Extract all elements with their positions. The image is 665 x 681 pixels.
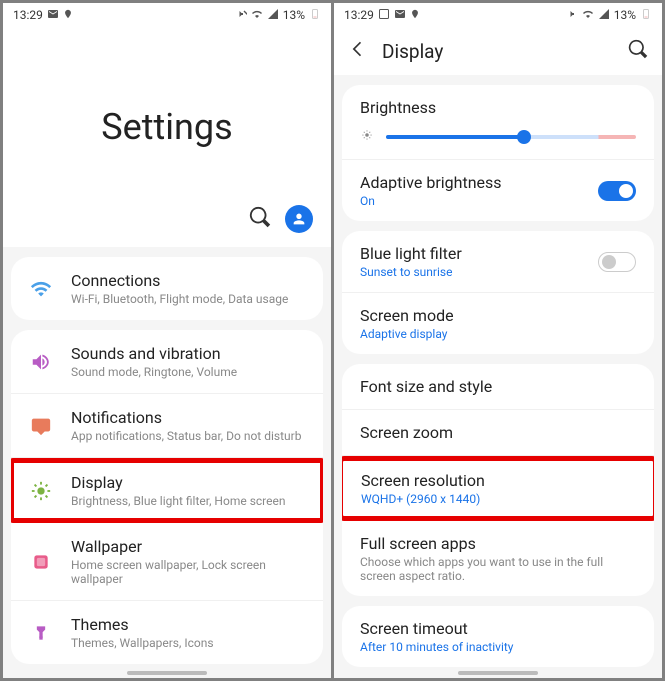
toggle-adaptive[interactable] — [598, 181, 636, 201]
battery-percent: 13% — [614, 8, 636, 22]
item-connections[interactable]: Connections Wi-Fi, Bluetooth, Flight mod… — [11, 257, 323, 320]
row-title: Screen resolution — [361, 471, 635, 490]
row-sub: WQHD+ (2960 x 1440) — [361, 492, 635, 506]
row-sub: Choose which apps you want to use in the… — [360, 555, 636, 583]
item-sounds[interactable]: Sounds and vibration Sound mode, Rington… — [11, 330, 323, 394]
brightness-slider[interactable] — [386, 135, 636, 139]
phone-screen-display: 13:29 13% — [334, 3, 662, 678]
image-icon — [378, 8, 390, 23]
row-title: Full screen apps — [360, 534, 636, 553]
wifi-icon — [582, 8, 594, 23]
row-sub: On — [360, 194, 502, 208]
item-title: Sounds and vibration — [71, 344, 307, 363]
item-title: Notifications — [71, 408, 307, 427]
display-icon — [27, 480, 55, 502]
row-fullscreen-apps[interactable]: Full screen apps Choose which apps you w… — [342, 521, 654, 596]
slider-thumb[interactable] — [517, 130, 531, 144]
item-title: Themes — [71, 615, 307, 634]
status-bar: 13:29 13% — [334, 3, 662, 27]
page-title: Settings — [101, 106, 232, 148]
item-themes[interactable]: Themes Themes, Wallpapers, Icons — [11, 601, 323, 664]
row-sub: Sunset to sunrise — [360, 265, 462, 279]
battery-percent: 13% — [283, 8, 305, 22]
row-screen-timeout[interactable]: Screen timeout After 10 minutes of inact… — [342, 606, 654, 667]
home-indicator[interactable] — [127, 671, 207, 675]
row-font-size[interactable]: Font size and style — [342, 364, 654, 410]
search-icon[interactable] — [628, 39, 648, 63]
wifi-icon — [27, 278, 55, 300]
themes-icon — [27, 623, 55, 643]
item-display[interactable]: Display Brightness, Blue light filter, H… — [11, 458, 323, 523]
row-title: Font size and style — [360, 377, 636, 396]
row-screen-mode[interactable]: Screen mode Adaptive display — [342, 293, 654, 354]
row-title: Adaptive brightness — [360, 173, 502, 192]
row-title: Blue light filter — [360, 244, 462, 263]
row-brightness[interactable]: Brightness — [342, 85, 654, 160]
search-icon[interactable] — [249, 206, 271, 232]
toggle-blue-light[interactable] — [598, 252, 636, 272]
status-bar: 13:29 13% — [3, 3, 331, 27]
gmail-icon — [47, 8, 59, 23]
header-title: Display — [382, 40, 614, 63]
item-notifications[interactable]: Notifications App notifications, Status … — [11, 394, 323, 458]
mute-icon — [235, 8, 247, 23]
item-title: Connections — [71, 271, 307, 290]
profile-avatar[interactable] — [285, 205, 313, 233]
location-icon — [410, 8, 420, 22]
row-title: Screen zoom — [360, 423, 636, 442]
item-sub: App notifications, Status bar, Do not di… — [71, 429, 307, 443]
item-sub: Wi-Fi, Bluetooth, Flight mode, Data usag… — [71, 292, 307, 306]
status-time: 13:29 — [344, 8, 374, 22]
brightness-low-icon — [360, 127, 374, 146]
row-screen-resolution[interactable]: Screen resolution WQHD+ (2960 x 1440) — [342, 456, 654, 521]
item-sub: Sound mode, Ringtone, Volume — [71, 365, 307, 379]
item-title: Display — [71, 473, 307, 492]
row-adaptive-brightness[interactable]: Adaptive brightness On — [342, 160, 654, 221]
sound-icon — [27, 351, 55, 373]
signal-icon — [598, 8, 610, 23]
mute-icon — [566, 8, 578, 23]
row-sub: After 10 minutes of inactivity — [360, 640, 636, 654]
location-icon — [63, 8, 73, 22]
item-sub: Home screen wallpaper, Lock screen wallp… — [71, 558, 307, 586]
item-title: Wallpaper — [71, 537, 307, 556]
wifi-icon — [251, 8, 263, 23]
signal-icon — [267, 8, 279, 23]
battery-icon — [309, 8, 321, 23]
row-blue-light[interactable]: Blue light filter Sunset to sunrise — [342, 231, 654, 293]
item-sub: Themes, Wallpapers, Icons — [71, 636, 307, 650]
status-time: 13:29 — [13, 8, 43, 22]
row-title: Brightness — [360, 98, 636, 117]
back-icon[interactable] — [348, 39, 368, 63]
phone-screen-settings: 13:29 13% Settings — [3, 3, 331, 678]
item-sub: Brightness, Blue light filter, Home scre… — [71, 494, 307, 508]
row-screen-zoom[interactable]: Screen zoom — [342, 410, 654, 456]
row-sub: Adaptive display — [360, 327, 636, 341]
gmail-icon — [394, 8, 406, 23]
battery-icon — [640, 8, 652, 23]
row-title: Screen timeout — [360, 619, 636, 638]
item-wallpaper[interactable]: Wallpaper Home screen wallpaper, Lock sc… — [11, 523, 323, 601]
row-title: Screen mode — [360, 306, 636, 325]
notification-icon — [27, 415, 55, 437]
wallpaper-icon — [27, 552, 55, 572]
home-indicator[interactable] — [458, 671, 538, 675]
